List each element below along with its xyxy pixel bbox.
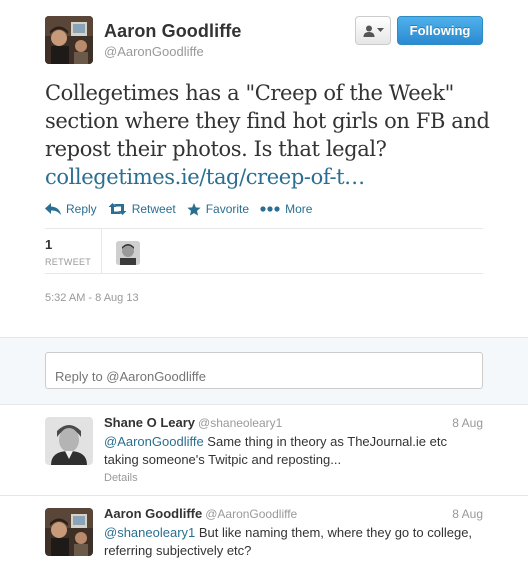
tweet-text: Collegetimes has a "Creep of the Week" s…	[45, 81, 490, 161]
reply-author[interactable]: Shane O Leary @shaneoleary1	[104, 415, 282, 430]
tweet-link[interactable]: collegetimes.ie/tag/creep-of-t…	[45, 163, 365, 191]
more-label: More	[285, 202, 313, 216]
reply-area	[0, 337, 528, 405]
reply-label: Reply	[66, 202, 97, 216]
favorite-action[interactable]: Favorite	[187, 202, 249, 216]
retweet-icon	[108, 203, 127, 215]
following-button[interactable]: Following	[397, 16, 483, 45]
retweet-label: Retweet	[131, 202, 176, 216]
retweeter-avatar[interactable]	[116, 241, 140, 265]
reply-icon	[45, 203, 61, 215]
favorite-label: Favorite	[205, 202, 250, 216]
reply-mention[interactable]: @AaronGoodliffe	[104, 434, 204, 449]
reply-text: @shaneoleary1 But like naming them, wher…	[104, 524, 484, 560]
author-avatar[interactable]	[45, 16, 93, 64]
reply-author[interactable]: Aaron Goodliffe @AaronGoodliffe	[104, 506, 297, 521]
reply-input[interactable]	[45, 352, 483, 389]
retweet-count-label: RETWEET	[45, 257, 92, 267]
caret-down-icon	[376, 28, 384, 32]
reply-fullname[interactable]: Aaron Goodliffe	[104, 506, 202, 521]
reply-screen-name[interactable]: @shaneoleary1	[198, 416, 282, 430]
retweet-action[interactable]: Retweet	[108, 202, 176, 216]
stats-vertical-divider	[101, 229, 102, 273]
more-icon	[260, 206, 280, 212]
tweet-actions: Reply Retweet Favorite More	[45, 202, 323, 216]
reply-action[interactable]: Reply	[45, 202, 97, 216]
person-icon	[363, 25, 374, 37]
reply-date[interactable]: 8 Aug	[452, 507, 483, 521]
author-fullname[interactable]: Aaron Goodliffe	[104, 21, 242, 42]
more-action[interactable]: More	[260, 202, 312, 216]
reply-screen-name[interactable]: @AaronGoodliffe	[205, 507, 297, 521]
user-actions-button[interactable]	[355, 16, 391, 45]
tweet-timestamp[interactable]: 5:32 AM - 8 Aug 13	[45, 292, 139, 304]
reply-avatar[interactable]	[45, 508, 93, 556]
reply-avatar[interactable]	[45, 417, 93, 465]
reply-text: @AaronGoodliffe Same thing in theory as …	[104, 433, 484, 469]
reply-tweet[interactable]: Aaron Goodliffe @AaronGoodliffe 8 Aug @sh…	[0, 496, 528, 561]
tweet-detail: Aaron Goodliffe @AaronGoodliffe Followin…	[0, 0, 528, 337]
reply-tweet[interactable]: Shane O Leary @shaneoleary1 8 Aug @AaronG…	[0, 405, 528, 496]
reply-details-link[interactable]: Details	[104, 472, 138, 484]
stats-divider	[45, 228, 483, 229]
author-screen-name[interactable]: @AaronGoodliffe	[104, 44, 204, 59]
retweet-count[interactable]: 1	[45, 237, 52, 252]
stats-divider-bottom	[45, 273, 483, 274]
reply-mention[interactable]: @shaneoleary1	[104, 525, 195, 540]
reply-fullname[interactable]: Shane O Leary	[104, 415, 195, 430]
reply-date[interactable]: 8 Aug	[452, 416, 483, 430]
favorite-icon	[187, 202, 201, 216]
